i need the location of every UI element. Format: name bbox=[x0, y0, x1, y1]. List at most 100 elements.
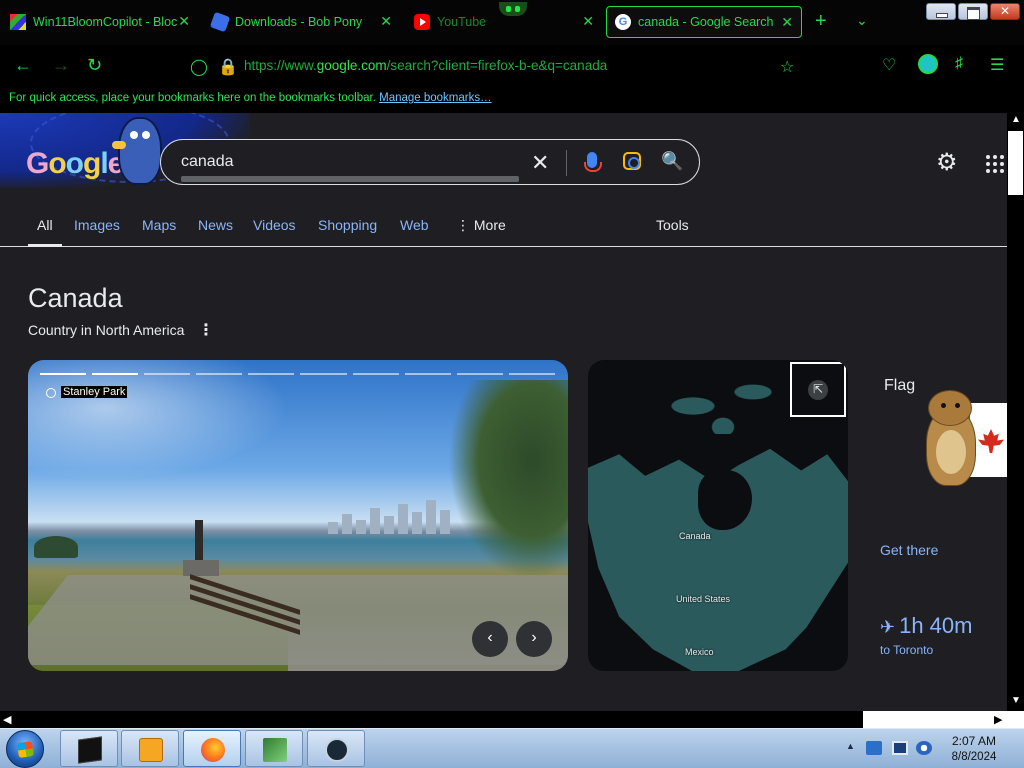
extensions-icon[interactable]: ♯ bbox=[955, 55, 963, 73]
gear-icon[interactable]: ⚙ bbox=[936, 151, 960, 175]
media-player-icon bbox=[139, 738, 163, 762]
scrollbar-track[interactable] bbox=[863, 711, 1007, 728]
scrollbar-thumb[interactable] bbox=[1008, 131, 1023, 195]
close-icon[interactable]: ✕ bbox=[178, 13, 190, 30]
account-icon[interactable] bbox=[918, 54, 938, 74]
search-icon[interactable]: 🔍 bbox=[661, 151, 683, 172]
lock-icon[interactable]: 🔒 bbox=[218, 57, 238, 77]
manage-bookmarks-link[interactable]: Manage bookmarks… bbox=[379, 92, 492, 104]
process-explorer-icon bbox=[263, 738, 287, 762]
divider bbox=[566, 150, 567, 176]
url-text[interactable]: https://www.google.com/search?client=fir… bbox=[244, 58, 607, 73]
back-arrow-icon[interactable]: ← bbox=[14, 55, 32, 76]
maximize-button[interactable] bbox=[958, 3, 988, 20]
sky bbox=[28, 360, 288, 480]
network-tray-icon[interactable] bbox=[866, 741, 882, 755]
scroll-down-icon[interactable]: ▼ bbox=[1011, 695, 1021, 706]
flight-time-link[interactable]: ✈ 1h 40m bbox=[880, 613, 972, 639]
chevron-down-icon[interactable]: ⌄ bbox=[856, 12, 868, 29]
taskbar-firefox[interactable] bbox=[183, 730, 241, 767]
tab-maps[interactable]: Maps bbox=[142, 217, 176, 233]
star-icon[interactable]: ☆ bbox=[780, 57, 794, 77]
search-box[interactable]: canada ✕ 🔍 bbox=[160, 139, 700, 185]
tab-title: YouTube bbox=[437, 15, 487, 29]
close-icon[interactable]: ✕ bbox=[380, 13, 392, 30]
expand-map-button[interactable]: ⇱ bbox=[790, 362, 846, 417]
tab-news[interactable]: News bbox=[198, 217, 233, 233]
horizontal-scrollbar[interactable]: ◀ ▶ bbox=[0, 711, 1007, 728]
minimize-button[interactable] bbox=[926, 3, 956, 20]
google-doodle-logo[interactable]: Google bbox=[26, 147, 124, 181]
command-prompt-icon bbox=[78, 736, 102, 764]
tab-strip: Win11BloomCopilot - Bloc ✕ Downloads - B… bbox=[0, 0, 1024, 45]
url-path: /search?client=firefox-b-e&q=canada bbox=[386, 58, 608, 73]
tab-shopping[interactable]: Shopping bbox=[318, 217, 377, 233]
new-tab-button[interactable]: + bbox=[815, 10, 827, 33]
chevron-right-icon[interactable]: › bbox=[516, 621, 552, 657]
show-hidden-icons[interactable]: ▲ bbox=[846, 741, 855, 751]
gopher-eye bbox=[955, 403, 960, 408]
pocket-icon[interactable]: ♡ bbox=[882, 55, 896, 75]
scrollbar-thumb[interactable] bbox=[18, 712, 863, 727]
url-bar[interactable]: ◯ 🔒 https://www.google.com/search?client… bbox=[180, 51, 810, 81]
more-options-icon[interactable]: ⋮ bbox=[198, 320, 214, 340]
clear-icon[interactable]: ✕ bbox=[531, 150, 549, 176]
map-thumbnail[interactable]: Canada United States Mexico ⇱ bbox=[588, 360, 848, 671]
clock-date: 8/8/2024 bbox=[951, 751, 997, 763]
search-input-underline bbox=[181, 176, 519, 182]
more-label: More bbox=[473, 217, 506, 233]
taskbar-steam[interactable] bbox=[307, 730, 365, 767]
flight-destination[interactable]: to Toronto bbox=[880, 643, 933, 657]
google-lens-icon[interactable] bbox=[623, 152, 641, 170]
map-label-canada: Canada bbox=[679, 531, 711, 541]
clock-time: 2:07 AM bbox=[951, 734, 997, 748]
tab-all[interactable]: All bbox=[28, 217, 61, 247]
chevron-left-icon[interactable]: ‹ bbox=[472, 621, 508, 657]
taskbar-media-player[interactable] bbox=[121, 730, 179, 767]
scroll-right-icon[interactable]: ▶ bbox=[994, 713, 1002, 726]
firefox-icon bbox=[201, 738, 225, 762]
north-america-land bbox=[588, 448, 848, 671]
taskbar-process-explorer[interactable] bbox=[245, 730, 303, 767]
shield-icon[interactable]: ◯ bbox=[190, 57, 208, 77]
vertical-scrollbar[interactable]: ▲ ▼ bbox=[1007, 113, 1024, 711]
tab-web[interactable]: Web bbox=[400, 217, 429, 233]
tab-win11bloomcopilot[interactable]: Win11BloomCopilot - Bloc ✕ bbox=[2, 6, 198, 38]
apps-grid-icon[interactable] bbox=[986, 155, 1004, 173]
arctic-islands bbox=[648, 364, 798, 434]
monitor-tray-icon[interactable] bbox=[892, 741, 908, 755]
more-button[interactable]: ⋮ More bbox=[456, 217, 506, 234]
reload-icon[interactable]: ↻ bbox=[87, 55, 102, 76]
start-button[interactable] bbox=[6, 730, 44, 768]
menu-icon[interactable]: ☰ bbox=[990, 55, 1004, 75]
tab-downloads-bob-pony[interactable]: Downloads - Bob Pony ✕ bbox=[204, 6, 400, 38]
youtube-icon bbox=[414, 14, 430, 30]
location-icon bbox=[46, 388, 56, 398]
close-window-button[interactable]: ✕ bbox=[990, 3, 1020, 20]
tab-canada-google-search[interactable]: G canada - Google Search ✕ bbox=[606, 6, 802, 38]
system-clock[interactable]: 2:07 AM 8/8/2024 bbox=[944, 733, 1004, 765]
scroll-up-icon[interactable]: ▲ bbox=[1011, 114, 1021, 125]
bookmarks-bar: For quick access, place your bookmarks h… bbox=[0, 87, 1024, 113]
tools-button[interactable]: Tools bbox=[656, 217, 689, 233]
forward-arrow-icon[interactable]: → bbox=[52, 55, 70, 76]
google-icon: G bbox=[615, 14, 631, 30]
tab-videos[interactable]: Videos bbox=[253, 217, 296, 233]
close-icon[interactable]: ✕ bbox=[582, 13, 594, 30]
scroll-left-icon[interactable]: ◀ bbox=[3, 713, 11, 726]
microphone-icon[interactable] bbox=[584, 152, 602, 172]
volume-tray-icon[interactable] bbox=[916, 741, 932, 755]
mosaic-icon bbox=[10, 14, 26, 30]
tree bbox=[448, 380, 568, 580]
image-carousel[interactable]: Stanley Park ‹ › bbox=[28, 360, 568, 671]
tab-images[interactable]: Images bbox=[74, 217, 120, 233]
get-there-heading: Get there bbox=[880, 542, 939, 558]
map-label-usa: United States bbox=[676, 594, 731, 604]
search-tabs: All Images Maps News Videos Shopping Web… bbox=[0, 213, 1007, 247]
knowledge-panel-title: Canada bbox=[28, 283, 123, 313]
navigation-bar: ← → ↻ ◯ 🔒 https://www.google.com/search?… bbox=[0, 45, 1024, 87]
taskbar-command-prompt[interactable] bbox=[60, 730, 118, 767]
close-icon[interactable]: ✕ bbox=[781, 14, 793, 31]
taskbar: ▲ 2:07 AM 8/8/2024 bbox=[0, 728, 1024, 768]
search-input[interactable]: canada bbox=[181, 153, 234, 171]
